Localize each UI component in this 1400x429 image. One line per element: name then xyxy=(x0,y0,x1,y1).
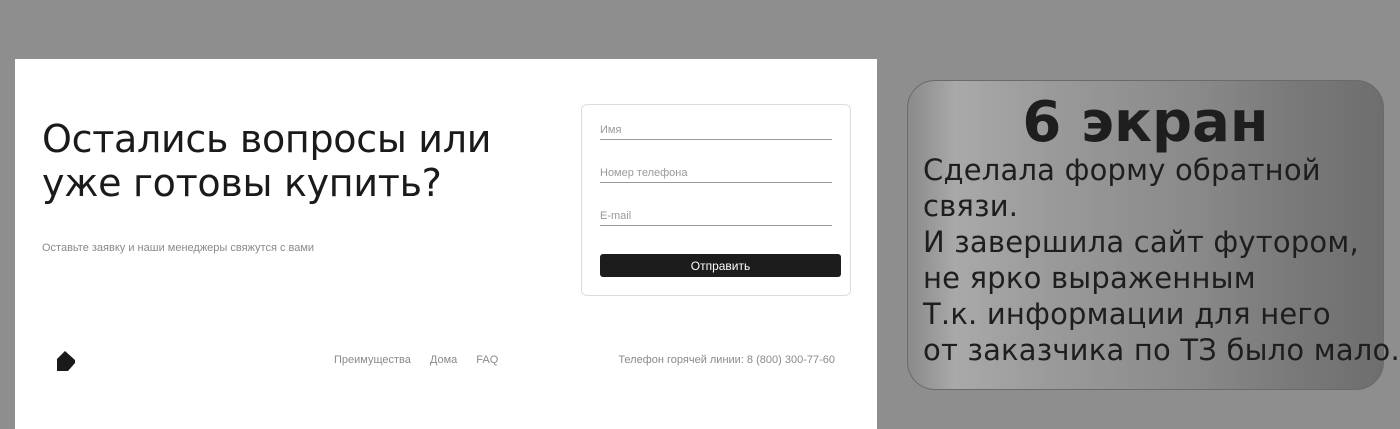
page-title: Остались вопросы или уже готовы купить? xyxy=(42,117,491,205)
footer-link-faq[interactable]: FAQ xyxy=(476,354,498,366)
email-field[interactable] xyxy=(600,207,832,226)
annotation-line: Т.к. информации для него xyxy=(923,297,1331,331)
annotation-line: И завершила сайт футором, xyxy=(923,225,1359,259)
footer-nav: Преимущества Дома FAQ xyxy=(334,354,498,366)
annotation-line: Сделала форму обратной xyxy=(923,153,1321,187)
annotation-line: не ярко выраженным xyxy=(923,261,1256,295)
hotline-phone: Телефон горячей линии: 8 (800) 300-77-60 xyxy=(618,354,835,366)
title-line-2: уже готовы купить? xyxy=(42,161,442,205)
title-line-1: Остались вопросы или xyxy=(42,117,492,161)
annotation-title: 6 экран xyxy=(1022,90,1269,155)
annotation-text: Сделала форму обратной связи. И завершил… xyxy=(923,152,1400,368)
annotation-line: от заказчика по ТЗ было мало. xyxy=(923,333,1400,367)
subtitle: Оставьте заявку и наши менеджеры свяжутс… xyxy=(42,242,315,254)
annotation-card: 6 экран Сделала форму обратной связи. И … xyxy=(907,80,1400,390)
house-icon[interactable] xyxy=(55,349,77,373)
annotation-line: связи. xyxy=(923,189,1019,223)
submit-button[interactable]: Отправить xyxy=(600,254,841,277)
phone-field[interactable] xyxy=(600,164,832,183)
name-field[interactable] xyxy=(600,121,832,140)
contact-form: Отправить xyxy=(581,104,851,296)
footer-link-advantages[interactable]: Преимущества xyxy=(334,354,411,366)
footer-link-houses[interactable]: Дома xyxy=(430,354,457,366)
website-screen: Остались вопросы или уже готовы купить? … xyxy=(15,59,877,429)
